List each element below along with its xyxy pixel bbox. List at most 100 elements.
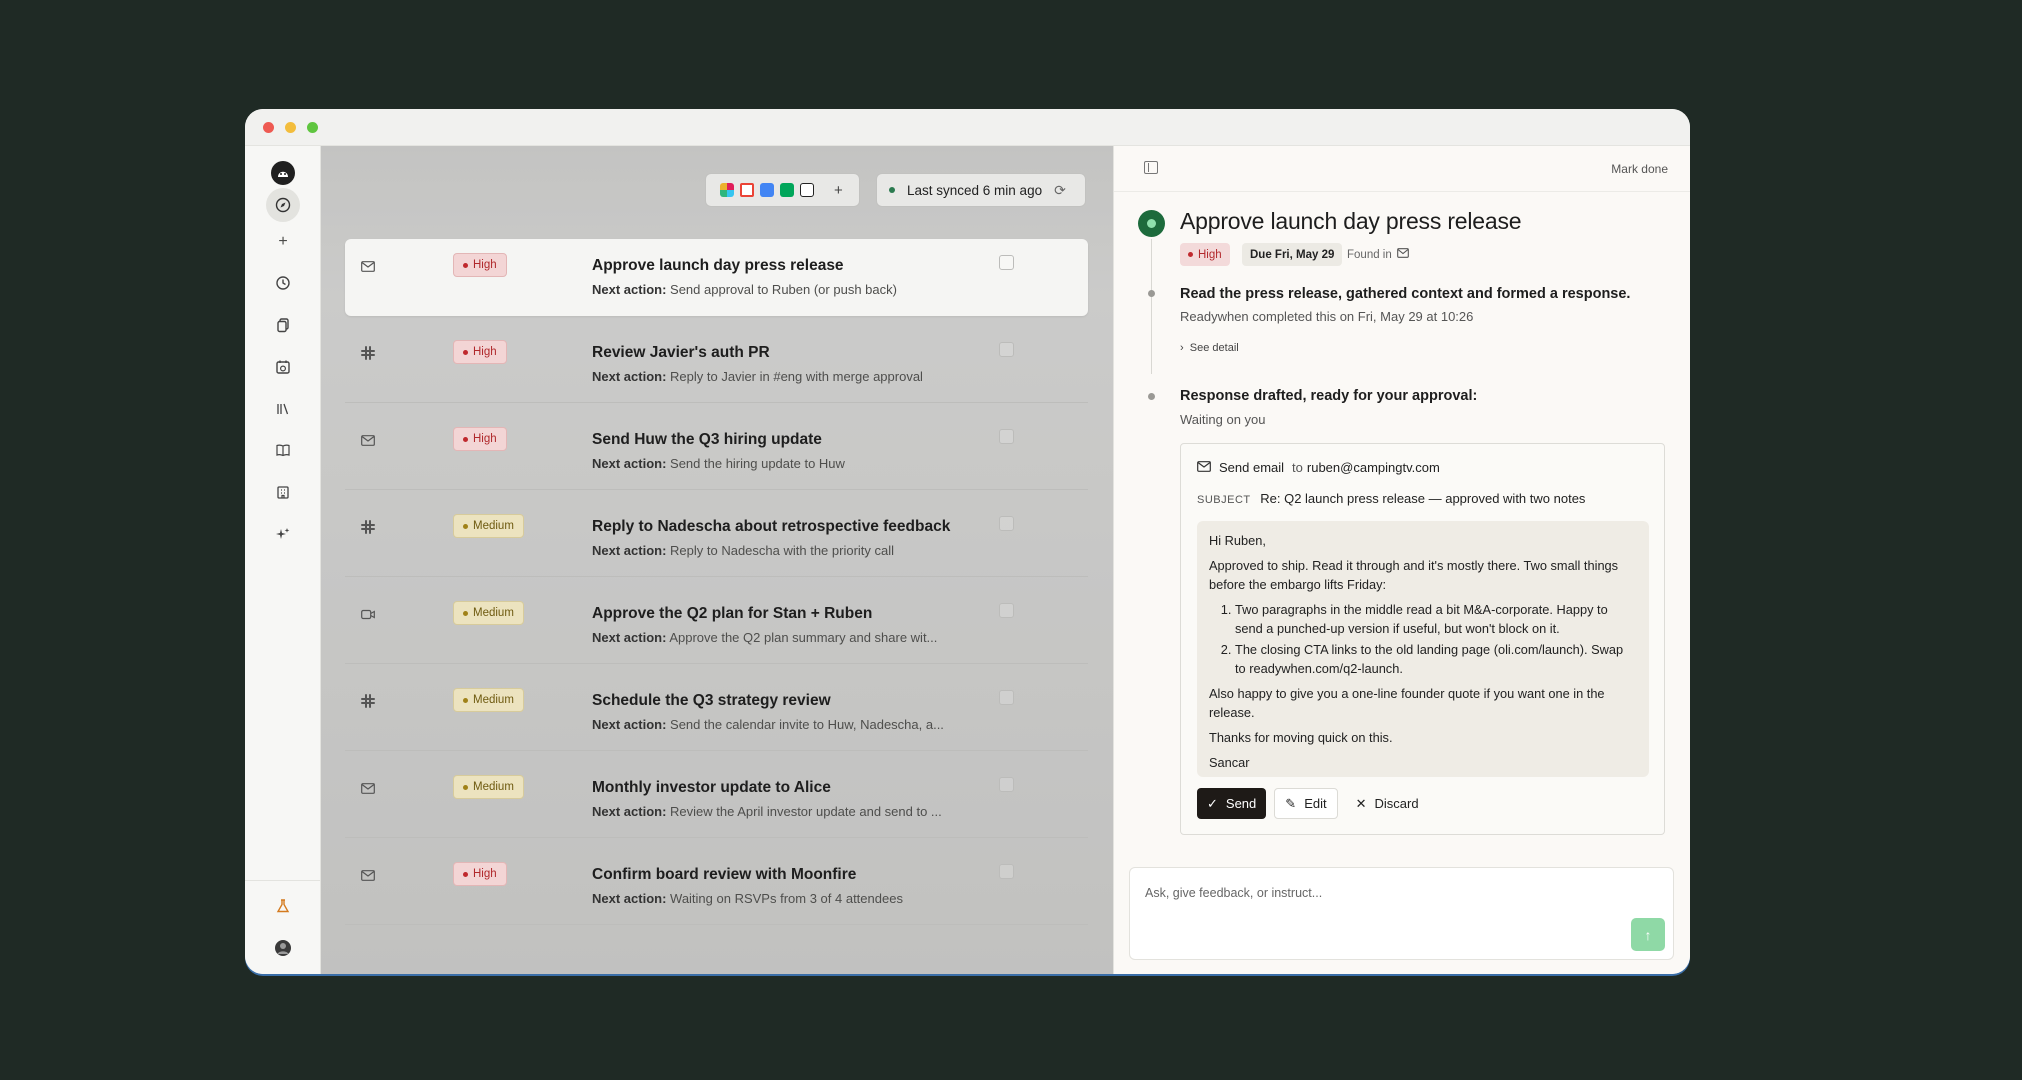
app-logo-icon[interactable] (271, 161, 295, 185)
timeline-line (1151, 239, 1152, 374)
task-row[interactable]: High Review Javier's auth PR Next action: … (345, 326, 1088, 403)
priority-label: High (1198, 248, 1222, 261)
next-action-text: Review the April investor update and sen… (670, 804, 942, 819)
minimize-window-button[interactable] (285, 122, 296, 133)
plus-icon[interactable]: + (271, 230, 295, 254)
see-detail-toggle[interactable]: › See detail (1180, 342, 1239, 354)
task-row[interactable]: Medium Approve the Q2 plan for Stan + Rub… (345, 587, 1088, 664)
ask-input[interactable]: Ask, give feedback, or instruct... ↑ (1129, 867, 1674, 960)
email-body[interactable]: Hi Ruben, Approved to ship. Read it thro… (1197, 521, 1649, 777)
sync-status[interactable]: Last synced 6 min ago ⟳ (876, 173, 1086, 207)
priority-dot (1188, 252, 1193, 257)
due-date-chip: Due Fri, May 29 (1242, 243, 1343, 266)
found-in-chip[interactable]: Found in (1347, 243, 1409, 266)
task-title: Approve the Q2 plan for Stan + Ruben (592, 605, 873, 622)
task-checkbox[interactable] (999, 603, 1014, 618)
task-title: Reply to Nadescha about retrospective fe… (592, 518, 951, 535)
close-window-button[interactable] (263, 122, 274, 133)
task-row[interactable]: Medium Schedule the Q3 strategy review Nex… (345, 674, 1088, 751)
next-action-text: Waiting on RSVPs from 3 of 4 attendees (670, 891, 903, 906)
task-checkbox[interactable] (999, 864, 1014, 879)
connected-apps[interactable]: + (705, 173, 860, 207)
email-greeting: Hi Ruben, (1209, 533, 1266, 548)
task-checkbox[interactable] (999, 690, 1014, 705)
title-bar (245, 109, 1690, 146)
mail-icon (361, 433, 375, 449)
subject-label: SUBJECT (1197, 494, 1251, 506)
detail-header: Mark done (1114, 146, 1690, 192)
mail-icon (361, 781, 375, 797)
task-title: Confirm board review with Moonfire (592, 866, 857, 883)
task-row[interactable]: High Approve launch day press release Next… (345, 239, 1088, 316)
task-next-action: Next action: Send the hiring update to H… (592, 456, 845, 471)
slack-icon (361, 346, 375, 363)
calendar-clock-icon[interactable] (271, 355, 295, 379)
task-checkbox[interactable] (999, 429, 1014, 444)
sparkles-icon[interactable] (271, 522, 295, 546)
google-meet-icon (780, 183, 794, 197)
priority-label: High (473, 433, 497, 445)
collapse-panel-icon[interactable] (1144, 161, 1158, 174)
sync-status-dot (889, 187, 895, 193)
next-action-label: Next action: (592, 543, 667, 558)
step-1-subtitle: Readywhen completed this on Fri, May 29 … (1180, 309, 1474, 324)
priority-badge: Medium (453, 688, 524, 712)
refresh-icon[interactable]: ⟳ (1054, 182, 1066, 199)
task-next-action: Next action: Reply to Javier in #eng wit… (592, 369, 923, 384)
sync-status-text: Last synced 6 min ago (907, 182, 1043, 198)
priority-label: High (473, 346, 497, 358)
next-action-text: Send the calendar invite to Huw, Nadesch… (670, 717, 944, 732)
mark-done-button[interactable]: Mark done (1611, 162, 1668, 176)
flask-icon[interactable] (271, 894, 295, 918)
building-icon[interactable] (271, 480, 295, 504)
priority-dot (463, 871, 468, 877)
task-row[interactable]: Medium Monthly investor update to Alice Ne… (345, 761, 1088, 838)
clock-icon[interactable] (271, 271, 295, 295)
close-icon: ✕ (1355, 795, 1367, 811)
email-header: Send email to ruben@campingtv.com (1197, 460, 1440, 475)
email-signoff: Sancar (1209, 755, 1250, 770)
task-title: Schedule the Q3 strategy review (592, 692, 831, 709)
task-next-action: Next action: Approve the Q2 plan summary… (592, 630, 937, 645)
discard-button-label: Discard (1374, 796, 1419, 811)
add-integration-button[interactable]: + (834, 182, 843, 199)
status-indicator (1138, 210, 1165, 237)
next-action-label: Next action: (592, 891, 667, 906)
task-checkbox[interactable] (999, 255, 1014, 270)
sidebar-divider (245, 880, 320, 881)
priority-badge: Medium (453, 514, 524, 538)
priority-badge: High (453, 253, 507, 277)
next-action-text: Reply to Javier in #eng with merge appro… (670, 369, 923, 384)
library-icon[interactable] (271, 397, 295, 421)
avatar[interactable] (271, 936, 295, 960)
task-checkbox[interactable] (999, 342, 1014, 357)
priority-dot (463, 697, 468, 703)
edit-button[interactable]: ✎ Edit (1274, 788, 1338, 819)
timeline-dot (1148, 393, 1155, 400)
priority-dot (463, 262, 468, 268)
slack-icon (361, 520, 375, 537)
maximize-window-button[interactable] (307, 122, 318, 133)
copy-icon[interactable] (271, 313, 295, 337)
email-list-item: The closing CTA links to the old landing… (1235, 640, 1637, 678)
email-actions: ✓ Send ✎ Edit ✕ Discard (1197, 788, 1429, 819)
book-icon[interactable] (271, 438, 295, 462)
task-row[interactable]: High Confirm board review with Moonfire Ne… (345, 848, 1088, 925)
task-row[interactable]: Medium Reply to Nadescha about retrospect… (345, 500, 1088, 577)
priority-badge: High (453, 427, 507, 451)
discard-button[interactable]: ✕ Discard (1346, 788, 1429, 819)
step-2-subtitle: Waiting on you (1180, 412, 1266, 427)
submit-button[interactable]: ↑ (1631, 918, 1665, 951)
next-action-label: Next action: (592, 282, 667, 297)
task-checkbox[interactable] (999, 516, 1014, 531)
task-next-action: Next action: Review the April investor u… (592, 804, 942, 819)
task-next-action: Next action: Send approval to Ruben (or … (592, 282, 897, 297)
send-button[interactable]: ✓ Send (1197, 788, 1267, 819)
task-checkbox[interactable] (999, 777, 1014, 792)
compass-icon[interactable] (266, 188, 300, 222)
sidebar: + (245, 146, 321, 974)
mail-icon (1197, 460, 1211, 475)
timeline-dot (1148, 290, 1155, 297)
task-row[interactable]: High Send Huw the Q3 hiring update Next ac… (345, 413, 1088, 490)
ask-input-placeholder: Ask, give feedback, or instruct... (1145, 886, 1323, 900)
